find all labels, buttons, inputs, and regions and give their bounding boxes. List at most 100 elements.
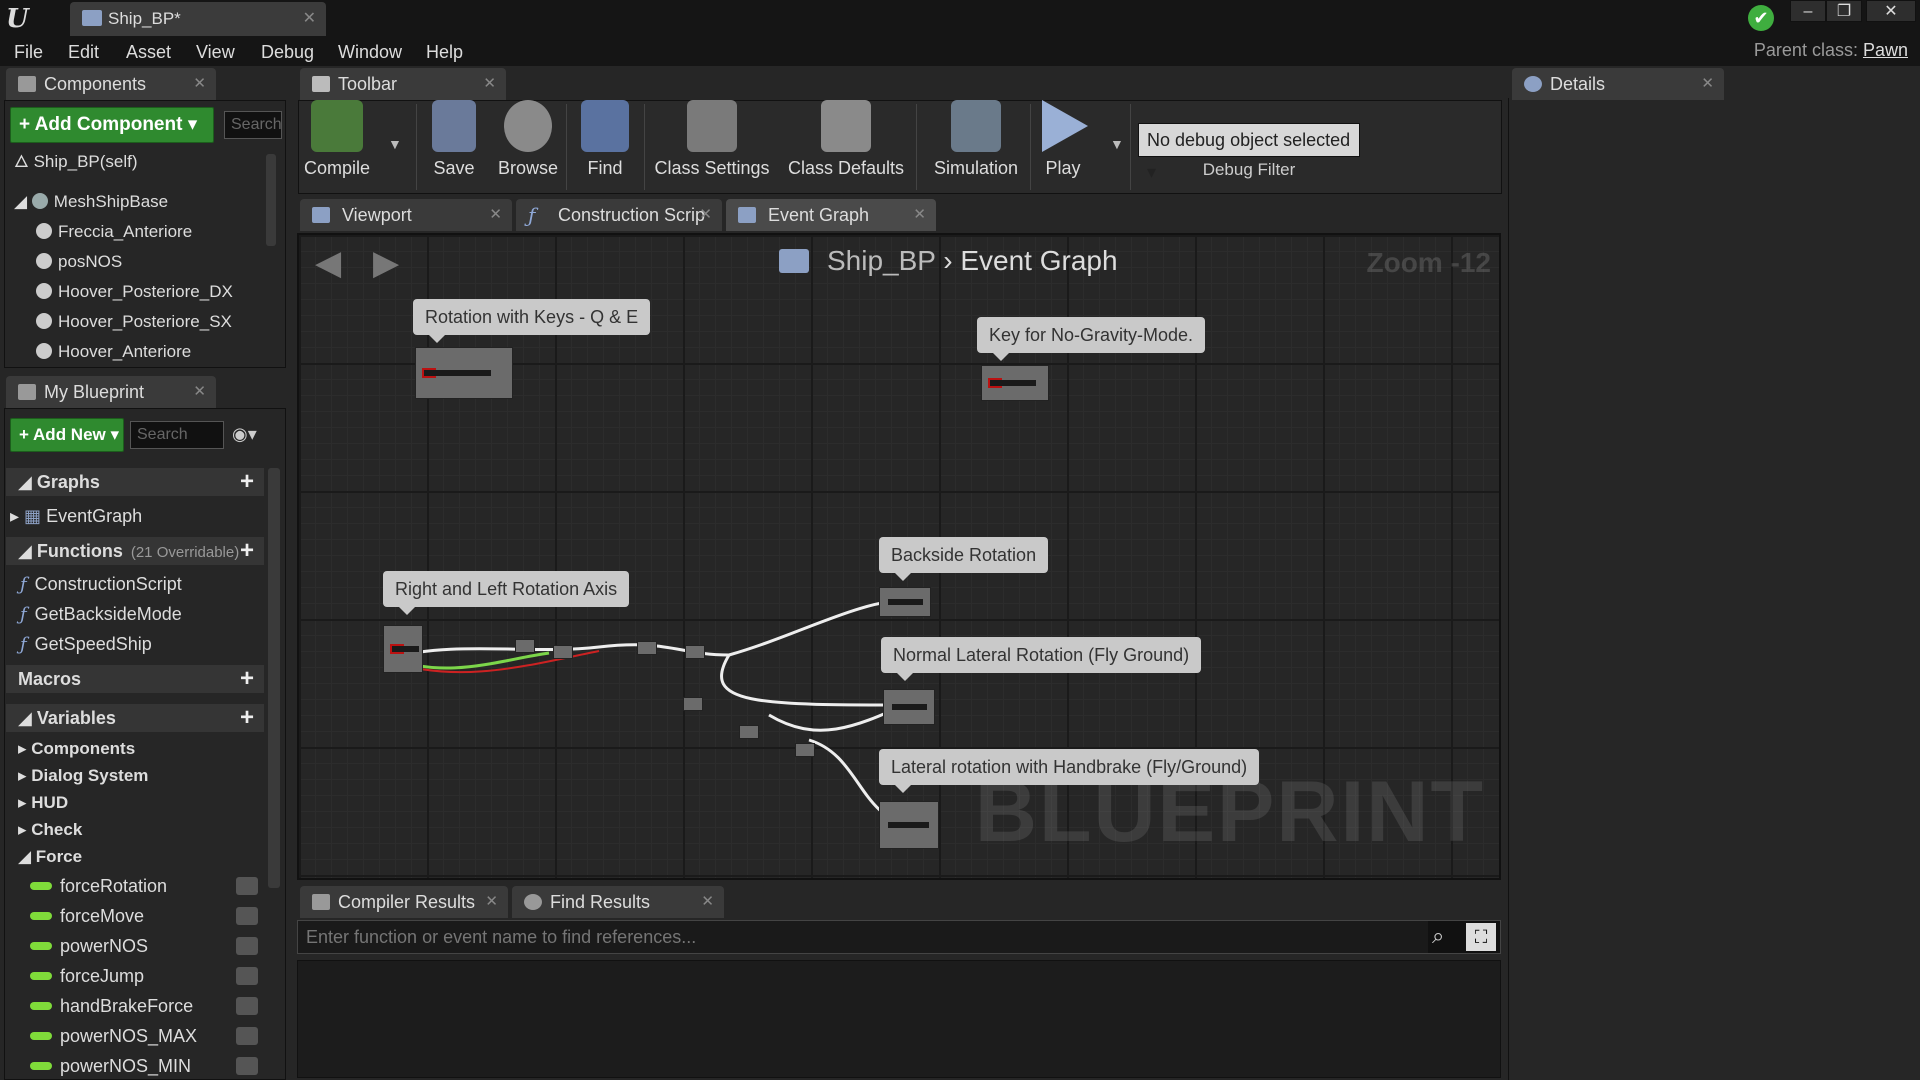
graph-node[interactable] [553, 645, 573, 659]
variable-visibility-icon[interactable] [236, 877, 258, 895]
variable-forcemove[interactable]: forceMove [30, 903, 262, 929]
add-new-button[interactable]: + Add New ▾ [10, 418, 124, 452]
close-icon[interactable]: ✕ [483, 68, 496, 100]
component-hoover-ant[interactable]: Hoover_Anteriore [36, 340, 191, 364]
browse-button[interactable]: Browse [494, 100, 562, 179]
add-variable-icon[interactable]: + [240, 704, 254, 732]
blueprint-search-input[interactable]: Search [130, 421, 224, 449]
close-icon[interactable]: ✕ [303, 2, 316, 36]
menu-debug[interactable]: Debug [261, 42, 314, 63]
binoculars-icon[interactable]: ⛶ [1466, 923, 1496, 951]
comment-right-left-axis[interactable]: Right and Left Rotation Axis [383, 571, 630, 615]
graph-node[interactable] [879, 801, 939, 849]
minimize-button[interactable]: – [1790, 0, 1826, 22]
close-icon[interactable]: ✕ [193, 68, 206, 100]
comment-lateral-handbrake[interactable]: Lateral rotation with Handbrake (Fly/Gro… [879, 749, 1260, 793]
menu-view[interactable]: View [196, 42, 235, 63]
variable-visibility-icon[interactable] [236, 1027, 258, 1045]
menu-edit[interactable]: Edit [68, 42, 99, 63]
variable-powernos-max[interactable]: powerNOS_MAX [30, 1023, 262, 1049]
section-variables[interactable]: ◢ Variables + [6, 704, 264, 732]
menu-window[interactable]: Window [338, 42, 402, 63]
graph-node[interactable] [883, 689, 935, 725]
components-search-input[interactable]: Search [224, 111, 282, 139]
graph-eventgraph[interactable]: ▸ ▦ EventGraph [10, 503, 142, 529]
comment-normal-lateral[interactable]: Normal Lateral Rotation (Fly Ground) [881, 637, 1202, 681]
variable-visibility-icon[interactable] [236, 907, 258, 925]
category-check[interactable]: ▸ Check [6, 818, 82, 842]
visibility-eye-icon[interactable]: ◉▾ [232, 424, 272, 446]
debug-object-select[interactable]: No debug object selected ▾ [1138, 123, 1360, 182]
graph-node[interactable] [515, 639, 535, 653]
tab-viewport[interactable]: Viewport ✕ [300, 199, 512, 231]
graph-node[interactable] [795, 743, 815, 757]
variable-visibility-icon[interactable] [236, 997, 258, 1015]
search-icon[interactable]: ⌕ [1432, 923, 1444, 949]
simulation-button[interactable]: Simulation [924, 100, 1028, 179]
close-icon[interactable]: ✕ [913, 199, 926, 231]
graph-node[interactable] [383, 625, 423, 673]
function-constructionscript[interactable]: ƒ ConstructionScript [20, 571, 182, 597]
document-tab[interactable]: Ship_BP* ✕ [70, 2, 326, 36]
tab-construction-script[interactable]: ƒ Construction Scrip ✕ [516, 199, 722, 231]
variable-forcerotation[interactable]: forceRotation [30, 873, 262, 899]
tab-toolbar[interactable]: Toolbar ✕ [300, 68, 506, 100]
component-self[interactable]: 🜂 Ship_BP(self) [14, 150, 138, 174]
comment-rotation-keys[interactable]: Rotation with Keys - Q & E [413, 299, 651, 343]
add-macro-icon[interactable]: + [240, 665, 254, 693]
graph-node[interactable] [981, 365, 1049, 401]
variable-forcejump[interactable]: forceJump [30, 963, 262, 989]
variable-handbrakeforce[interactable]: handBrakeForce [30, 993, 262, 1019]
close-icon[interactable]: ✕ [699, 199, 712, 231]
close-icon[interactable]: ✕ [489, 199, 502, 231]
section-graphs[interactable]: ◢ Graphs + [6, 468, 264, 496]
variable-powernos[interactable]: powerNOS [30, 933, 262, 959]
components-scrollbar[interactable] [266, 154, 276, 246]
class-settings-button[interactable]: Class Settings [652, 100, 772, 179]
add-component-button[interactable]: + Add Component ▾ [10, 107, 214, 143]
find-references-input[interactable] [298, 921, 1428, 953]
play-options-chevron-icon[interactable]: ▼ [1110, 136, 1124, 152]
category-dialog-system[interactable]: ▸ Dialog System [6, 764, 148, 788]
play-button[interactable]: Play [1034, 100, 1092, 179]
variable-powernos-min[interactable]: powerNOS_MIN [30, 1053, 262, 1079]
tab-compiler-results[interactable]: Compiler Results ✕ [300, 886, 508, 918]
maximize-button[interactable]: ❐ [1826, 0, 1862, 22]
tab-my-blueprint[interactable]: My Blueprint ✕ [6, 376, 216, 408]
component-meshshipbase[interactable]: ◢ MeshShipBase [14, 190, 168, 214]
compile-button[interactable]: Compile [300, 100, 374, 179]
variable-visibility-icon[interactable] [236, 1057, 258, 1075]
save-button[interactable]: Save [424, 100, 484, 179]
component-hoover-dx[interactable]: Hoover_Posteriore_DX [36, 280, 233, 304]
close-icon[interactable]: ✕ [701, 886, 714, 918]
graph-node[interactable] [739, 725, 759, 739]
component-freccia[interactable]: Freccia_Anteriore [36, 220, 192, 244]
close-icon[interactable]: ✕ [1701, 68, 1714, 100]
tab-components[interactable]: Components ✕ [6, 68, 216, 100]
graph-node[interactable] [683, 697, 703, 711]
graph-node[interactable] [415, 347, 513, 399]
category-components[interactable]: ▸ Components [6, 737, 135, 761]
menu-asset[interactable]: Asset [126, 42, 171, 63]
comment-backside-rotation[interactable]: Backside Rotation [879, 537, 1049, 581]
find-button[interactable]: Find [574, 100, 636, 179]
function-getbacksidemode[interactable]: ƒ GetBacksideMode [20, 601, 182, 627]
menu-help[interactable]: Help [426, 42, 463, 63]
graph-node[interactable] [637, 641, 657, 655]
tab-details[interactable]: Details ✕ [1512, 68, 1724, 100]
component-hoover-sx[interactable]: Hoover_Posteriore_SX [36, 310, 232, 334]
parent-class-link[interactable]: Pawn [1863, 40, 1908, 60]
class-defaults-button[interactable]: Class Defaults [784, 100, 908, 179]
section-functions[interactable]: ◢ Functions (21 Overridable) + [6, 537, 264, 565]
add-function-icon[interactable]: + [240, 537, 254, 565]
tab-event-graph[interactable]: Event Graph ✕ [726, 199, 936, 231]
category-hud[interactable]: ▸ HUD [6, 791, 68, 815]
menu-file[interactable]: File [14, 42, 43, 63]
close-window-button[interactable]: ✕ [1866, 0, 1916, 22]
section-macros[interactable]: Macros + [6, 665, 264, 693]
close-icon[interactable]: ✕ [193, 376, 206, 408]
add-graph-icon[interactable]: + [240, 468, 254, 496]
source-control-ok-icon[interactable]: ✔ [1748, 5, 1774, 31]
tab-find-results[interactable]: Find Results ✕ [512, 886, 724, 918]
variable-visibility-icon[interactable] [236, 937, 258, 955]
